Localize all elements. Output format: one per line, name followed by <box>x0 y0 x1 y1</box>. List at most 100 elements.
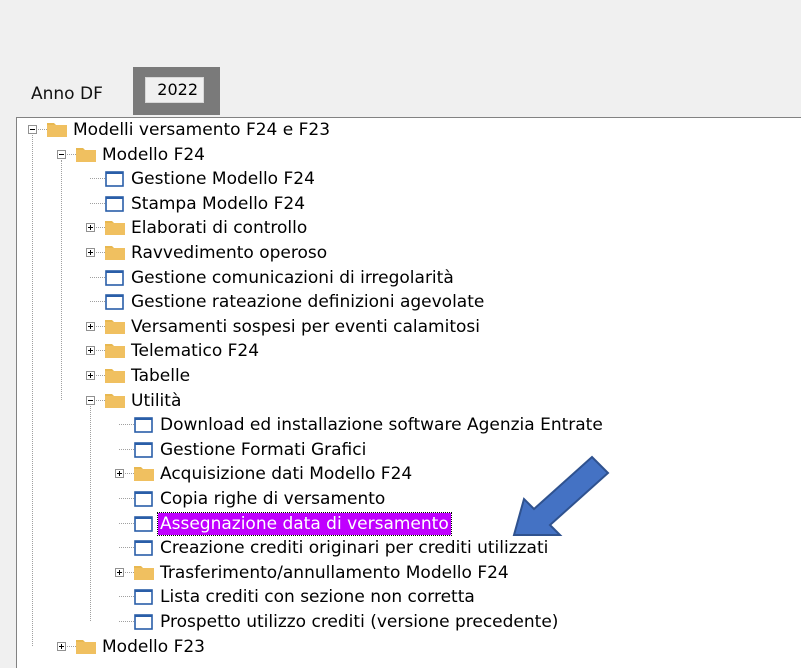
tree-node-elaborati-di-controllo[interactable]: Elaborati di controllo <box>17 217 801 241</box>
expand-icon[interactable] <box>115 568 124 577</box>
document-icon <box>134 614 153 630</box>
tree-connector <box>96 326 105 327</box>
tree-node-assegnazione-data-di-versamento[interactable]: Assegnazione data di versamento <box>17 512 801 537</box>
document-icon <box>134 516 153 532</box>
expand-icon[interactable] <box>86 223 95 232</box>
tree-node-modello-f23[interactable]: Modello F23 <box>17 636 801 660</box>
folder-icon <box>134 467 154 481</box>
folder-icon <box>47 123 67 137</box>
tree-node-stampa-modello-f24[interactable]: Stampa Modello F24 <box>17 193 801 217</box>
tree-node-label[interactable]: Ravvedimento operoso <box>129 242 329 264</box>
tree-node-modelli-versamento-f24-e-f23[interactable]: Modelli versamento F24 e F23 <box>17 119 801 143</box>
tree-connector <box>96 252 105 253</box>
document-icon <box>105 196 124 212</box>
tree-node-telematico-f24[interactable]: Telematico F24 <box>17 340 801 364</box>
collapse-icon[interactable] <box>57 150 66 159</box>
tree-node-label[interactable]: Prospetto utilizzo crediti (versione pre… <box>158 611 560 633</box>
document-icon <box>134 491 153 507</box>
tree-connector <box>119 596 134 597</box>
year-field-frame: 2022 <box>133 67 220 115</box>
folder-icon <box>105 369 125 383</box>
document-icon <box>134 417 153 433</box>
tree-node-modello-f24[interactable]: Modello F24 <box>17 144 801 168</box>
tree-node-label[interactable]: Modello F23 <box>100 636 207 658</box>
tree-node-utilita[interactable]: Utilità <box>17 390 801 414</box>
tree-node-gestione-modello-f24[interactable]: Gestione Modello F24 <box>17 168 801 192</box>
tree-connector <box>96 375 105 376</box>
tree-node-label[interactable]: Modello F24 <box>100 144 207 166</box>
tree-node-gestione-formati-grafici[interactable]: Gestione Formati Grafici <box>17 439 801 463</box>
tree-node-gestione-comunicazioni-di-irregolarita[interactable]: Gestione comunicazioni di irregolarità <box>17 267 801 291</box>
expand-icon[interactable] <box>86 248 95 257</box>
tree-connector <box>90 178 105 179</box>
folder-icon <box>105 394 125 408</box>
tree-node-label[interactable]: Assegnazione data di versamento <box>157 512 452 536</box>
tree-connector <box>119 547 134 548</box>
tree-node-label[interactable]: Gestione rateazione definizioni agevolat… <box>129 291 486 313</box>
tree-node-lista-crediti-con-sezione-non-corretta[interactable]: Lista crediti con sezione non corretta <box>17 586 801 610</box>
document-icon <box>105 294 124 310</box>
tree-node-label[interactable]: Copia righe di versamento <box>158 488 387 510</box>
tree-node-ravvedimento-operoso[interactable]: Ravvedimento operoso <box>17 242 801 266</box>
folder-icon <box>76 148 96 162</box>
tree-connector <box>119 621 134 622</box>
tree-node-label[interactable]: Stampa Modello F24 <box>129 193 307 215</box>
tree-connector <box>96 350 105 351</box>
tree-node-label[interactable]: Trasferimento/annullamento Modello F24 <box>158 562 511 584</box>
tree-connector <box>90 277 105 278</box>
document-icon <box>134 442 153 458</box>
tree-guide-line <box>61 160 62 400</box>
tree-node-versamenti-sospesi-per-eventi-calamitosi[interactable]: Versamenti sospesi per eventi calamitosi <box>17 316 801 340</box>
tree-connector <box>67 154 76 155</box>
tree-node-acquisizione-dati-modello-f24[interactable]: Acquisizione dati Modello F24 <box>17 463 801 487</box>
tree-node-label[interactable]: Versamenti sospesi per eventi calamitosi <box>129 316 482 338</box>
collapse-icon[interactable] <box>86 396 95 405</box>
folder-icon <box>134 566 154 580</box>
expand-icon[interactable] <box>57 642 66 651</box>
document-icon <box>105 270 124 286</box>
tree-node-label[interactable]: Gestione Formati Grafici <box>158 439 368 461</box>
tree-node-trasferimento-annullamento-modello-f24[interactable]: Trasferimento/annullamento Modello F24 <box>17 562 801 586</box>
folder-icon <box>105 246 125 260</box>
expand-icon[interactable] <box>115 469 124 478</box>
tree-guide-line <box>32 135 33 646</box>
tree-node-gestione-rateazione-definizioni-agevolate[interactable]: Gestione rateazione definizioni agevolat… <box>17 291 801 315</box>
tree-node-tabelle[interactable]: Tabelle <box>17 365 801 389</box>
tree-connector <box>96 400 105 401</box>
tree-node-prospetto-utilizzo-crediti-versione-precedente[interactable]: Prospetto utilizzo crediti (versione pre… <box>17 611 801 635</box>
tree-guide-line <box>90 406 91 621</box>
tree-node-creazione-crediti-originari-per-crediti-utilizzati[interactable]: Creazione crediti originari per crediti … <box>17 537 801 561</box>
tree-view[interactable]: Modelli versamento F24 e F23 Modello F24 G… <box>16 117 801 668</box>
tree-node-label[interactable]: Elaborati di controllo <box>129 217 309 239</box>
tree-node-label[interactable]: Modelli versamento F24 e F23 <box>71 119 332 141</box>
tree-connector <box>119 523 134 524</box>
year-label: Anno DF <box>31 84 103 104</box>
document-icon <box>134 589 153 605</box>
tree-connector <box>125 473 134 474</box>
tree-node-label[interactable]: Telematico F24 <box>129 340 261 362</box>
pointer-arrow-icon <box>512 455 610 536</box>
tree-node-label[interactable]: Tabelle <box>129 365 192 387</box>
year-input[interactable]: 2022 <box>145 77 204 103</box>
tree-node-label[interactable]: Gestione Modello F24 <box>129 168 317 190</box>
folder-icon <box>105 221 125 235</box>
tree-node-label[interactable]: Creazione crediti originari per crediti … <box>158 537 550 559</box>
tree-connector <box>96 227 105 228</box>
tree-connector <box>67 646 76 647</box>
expand-icon[interactable] <box>86 346 95 355</box>
expand-icon[interactable] <box>86 322 95 331</box>
tree-node-copia-righe-di-versamento[interactable]: Copia righe di versamento <box>17 488 801 512</box>
expand-icon[interactable] <box>86 371 95 380</box>
tree-node-label[interactable]: Download ed installazione software Agenz… <box>158 414 605 436</box>
document-icon <box>134 540 153 556</box>
tree-node-label[interactable]: Utilità <box>129 390 183 412</box>
tree-node-label[interactable]: Gestione comunicazioni di irregolarità <box>129 267 456 289</box>
tree-node-label[interactable]: Lista crediti con sezione non corretta <box>158 586 477 608</box>
tree-connector <box>90 203 105 204</box>
tree-node-label[interactable]: Acquisizione dati Modello F24 <box>158 463 414 485</box>
collapse-icon[interactable] <box>28 125 37 134</box>
tree-connector <box>125 572 134 573</box>
tree-node-download-ed-installazione-software-agenzia-entrate[interactable]: Download ed installazione software Agenz… <box>17 414 801 438</box>
tree-connector <box>119 449 134 450</box>
folder-icon <box>105 344 125 358</box>
